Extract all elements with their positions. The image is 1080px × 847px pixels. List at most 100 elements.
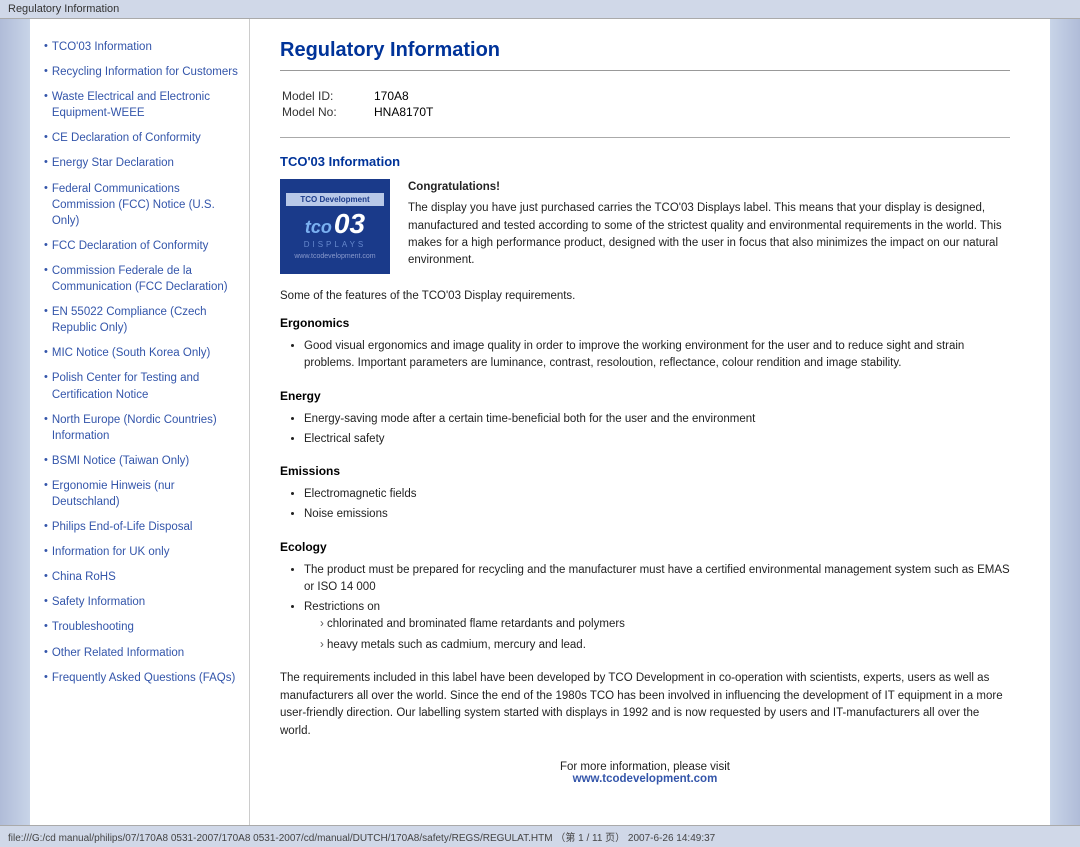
list-item: Good visual ergonomics and image quality… xyxy=(304,338,1010,373)
emissions-heading: Emissions xyxy=(280,464,1010,478)
sidebar-link-weee[interactable]: Waste Electrical and Electronic Equipmen… xyxy=(52,89,239,121)
ecology-sub-list: chlorinated and brominated flame retarda… xyxy=(320,616,1010,654)
sidebar-link-polish-center[interactable]: Polish Center for Testing and Certificat… xyxy=(52,370,239,402)
tco-description: Congratulations! The display you have ju… xyxy=(408,179,1010,269)
sidebar-link-tco-info[interactable]: TCO'03 Information xyxy=(52,39,152,55)
sidebar-item-polish-center: • Polish Center for Testing and Certifica… xyxy=(44,370,239,407)
sidebar-item-other-related: • Other Related Information xyxy=(44,645,239,666)
model-no-label: Model No: xyxy=(282,105,372,119)
sidebar-item-safety-info: • Safety Information xyxy=(44,594,239,615)
tco-logo-sub-text: DISPLAYS xyxy=(304,240,367,249)
congrats-text: The display you have just purchased carr… xyxy=(408,202,1002,266)
sidebar-item-en55022: •EN 55022 Compliance (Czech Republic Onl… xyxy=(44,304,239,341)
sidebar-item-commission-federale: • Commission Federale de la Communication… xyxy=(44,263,239,300)
sidebar-link-bsmi-notice[interactable]: BSMI Notice (Taiwan Only) xyxy=(52,453,189,469)
sidebar-item-north-europe: • North Europe (Nordic Countries) Informa… xyxy=(44,412,239,449)
page-title: Regulatory Information xyxy=(280,39,1010,71)
footer-link[interactable]: www.tcodevelopment.com xyxy=(573,773,718,785)
sidebar-bullet: • xyxy=(44,545,48,557)
sidebar-link-commission-federale[interactable]: Commission Federale de la Communication … xyxy=(52,263,239,295)
sidebar-item-bsmi-notice: • BSMI Notice (Taiwan Only) xyxy=(44,453,239,474)
tco-logo-top-text: TCO Development xyxy=(286,193,384,206)
model-no-row: Model No: HNA8170T xyxy=(282,105,433,119)
sidebar-link-troubleshooting[interactable]: Troubleshooting xyxy=(52,619,134,635)
sidebar-link-info-uk[interactable]: Information for UK only xyxy=(52,544,170,560)
list-item: Noise emissions xyxy=(304,506,1010,523)
sidebar-item-ce-declaration: • CE Declaration of Conformity xyxy=(44,130,239,151)
energy-section: Energy Energy-saving mode after a certai… xyxy=(280,389,1010,449)
sidebar-link-mic-notice[interactable]: MIC Notice (South Korea Only) xyxy=(52,345,211,361)
bottom-bar: file:///G:/cd manual/philips/07/170A8 05… xyxy=(0,825,1080,847)
left-decorative-panel xyxy=(0,19,30,825)
divider xyxy=(280,137,1010,138)
model-id-row: Model ID: 170A8 xyxy=(282,89,433,103)
sidebar-item-china-rohs: • China RoHS xyxy=(44,569,239,590)
ecology-section: Ecology The product must be prepared for… xyxy=(280,540,1010,654)
tco-logo: TCO Development tco 03 DISPLAYS www.tcod… xyxy=(280,179,390,274)
sidebar-link-recycling-info[interactable]: Recycling Information for Customers xyxy=(52,64,238,80)
sidebar-bullet: • xyxy=(44,413,48,425)
energy-heading: Energy xyxy=(280,389,1010,403)
sidebar-bullet: • xyxy=(44,595,48,607)
sidebar-nav: •TCO'03 Information•Recycling Informatio… xyxy=(44,39,239,691)
sidebar-bullet: • xyxy=(44,646,48,658)
sidebar-item-philips-disposal: • Philips End-of-Life Disposal xyxy=(44,519,239,540)
ergonomics-heading: Ergonomics xyxy=(280,316,1010,330)
sidebar-item-info-uk: • Information for UK only xyxy=(44,544,239,565)
ergonomics-list: Good visual ergonomics and image quality… xyxy=(304,338,1010,373)
sidebar-item-tco-info: •TCO'03 Information xyxy=(44,39,239,60)
list-item: Energy-saving mode after a certain time-… xyxy=(304,411,1010,428)
sidebar: •TCO'03 Information•Recycling Informatio… xyxy=(30,19,250,825)
ergonomics-section: Ergonomics Good visual ergonomics and im… xyxy=(280,316,1010,373)
sidebar-bullet: • xyxy=(44,182,48,194)
tco-apostrophe: tco xyxy=(305,217,332,238)
footer-note: For more information, please visit www.t… xyxy=(280,761,1010,785)
model-info-table: Model ID: 170A8 Model No: HNA8170T xyxy=(280,87,435,121)
sidebar-link-faqs[interactable]: Frequently Asked Questions (FAQs) xyxy=(52,670,235,686)
main-layout: •TCO'03 Information•Recycling Informatio… xyxy=(0,19,1080,825)
energy-list: Energy-saving mode after a certain time-… xyxy=(304,411,1010,449)
right-decorative-panel xyxy=(1050,19,1080,825)
list-item: chlorinated and brominated flame retarda… xyxy=(320,616,1010,633)
ecology-heading: Ecology xyxy=(280,540,1010,554)
footer-note-text: For more information, please visit xyxy=(560,761,730,773)
title-bar-text: Regulatory Information xyxy=(8,3,119,15)
sidebar-item-fcc-conformity: •FCC Declaration of Conformity xyxy=(44,238,239,259)
sidebar-link-energy-star[interactable]: Energy Star Declaration xyxy=(52,155,174,171)
features-intro: Some of the features of the TCO'03 Displ… xyxy=(280,290,1010,302)
sidebar-link-china-rohs[interactable]: China RoHS xyxy=(52,569,116,585)
tco-logo-main-text: 03 xyxy=(334,210,365,238)
sidebar-bullet: • xyxy=(44,479,48,491)
list-item: The product must be prepared for recycli… xyxy=(304,562,1010,597)
sidebar-item-faqs: • Frequently Asked Questions (FAQs) xyxy=(44,670,239,691)
sidebar-link-ergonomie[interactable]: Ergonomie Hinweis (nur Deutschland) xyxy=(52,478,239,510)
sidebar-bullet: • xyxy=(44,264,48,276)
sidebar-bullet: • xyxy=(44,90,48,102)
title-bar: Regulatory Information xyxy=(0,0,1080,19)
sidebar-item-energy-star: • Energy Star Declaration xyxy=(44,155,239,176)
emissions-section: Emissions Electromagnetic fieldsNoise em… xyxy=(280,464,1010,524)
bottom-bar-text: file:///G:/cd manual/philips/07/170A8 05… xyxy=(8,833,715,844)
tco-section-heading: TCO'03 Information xyxy=(280,154,1010,169)
sidebar-link-fcc-conformity[interactable]: FCC Declaration of Conformity xyxy=(52,238,209,254)
sidebar-link-en55022[interactable]: EN 55022 Compliance (Czech Republic Only… xyxy=(52,304,239,336)
model-id-label: Model ID: xyxy=(282,89,372,103)
sidebar-link-philips-disposal[interactable]: Philips End-of-Life Disposal xyxy=(52,519,193,535)
sidebar-bullet: • xyxy=(44,156,48,168)
sidebar-link-ce-declaration[interactable]: CE Declaration of Conformity xyxy=(52,130,201,146)
sidebar-bullet: • xyxy=(44,65,48,77)
sidebar-bullet: • xyxy=(44,454,48,466)
sidebar-bullet: • xyxy=(44,671,48,683)
sidebar-link-fcc-notice[interactable]: Federal Communications Commission (FCC) … xyxy=(52,181,239,229)
sidebar-bullet: • xyxy=(44,371,48,383)
model-no-value: HNA8170T xyxy=(374,105,433,119)
sidebar-link-north-europe[interactable]: North Europe (Nordic Countries) Informat… xyxy=(52,412,239,444)
list-item: Electrical safety xyxy=(304,431,1010,448)
sidebar-bullet: • xyxy=(44,570,48,582)
sidebar-bullet: • xyxy=(44,131,48,143)
list-item: heavy metals such as cadmium, mercury an… xyxy=(320,637,1010,654)
sidebar-bullet: • xyxy=(44,620,48,632)
sidebar-link-safety-info[interactable]: Safety Information xyxy=(52,594,145,610)
sidebar-bullet: • xyxy=(44,520,48,532)
sidebar-link-other-related[interactable]: Other Related Information xyxy=(52,645,184,661)
